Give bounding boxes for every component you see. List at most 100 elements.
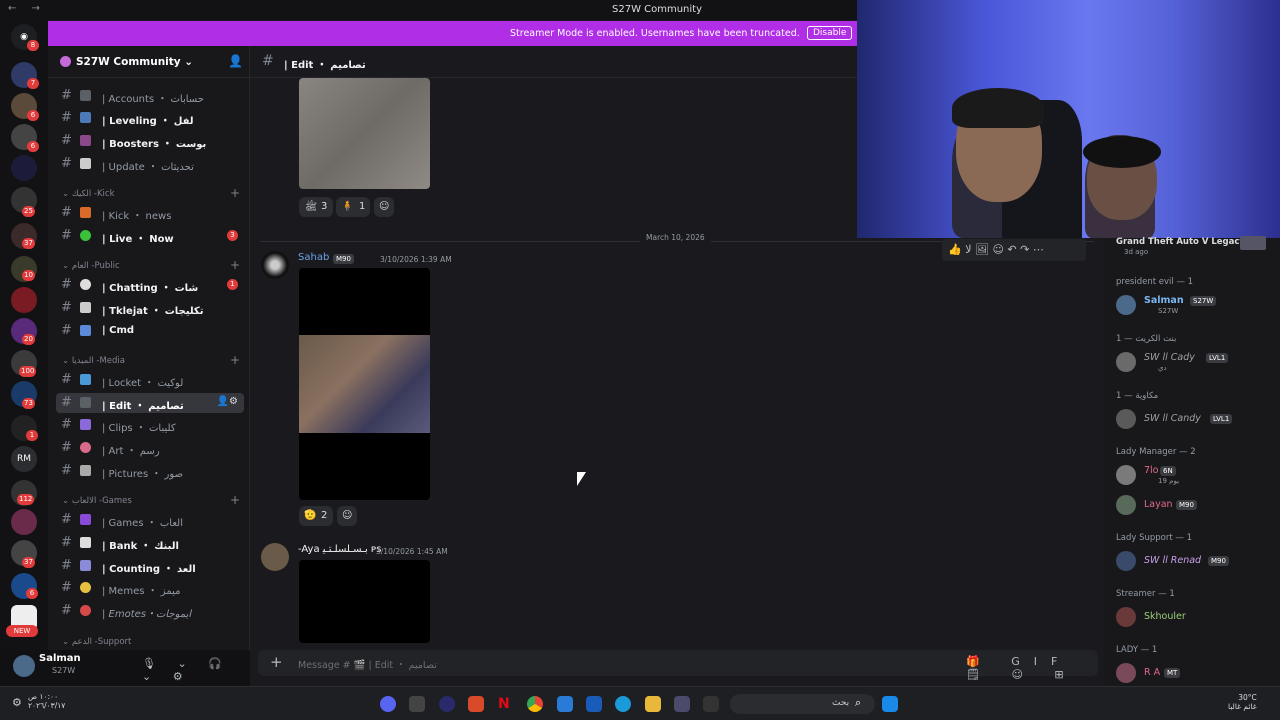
attachment-video[interactable] <box>299 560 430 643</box>
hash-icon: # <box>61 88 72 103</box>
server-icon[interactable] <box>11 509 37 535</box>
channel-kick-news[interactable]: # | Kick ・ news <box>56 203 244 223</box>
channel-boosters[interactable]: # | Boosters ・ بوست <box>56 131 244 151</box>
reaction[interactable]: ﷺ3 <box>299 197 333 217</box>
settings-icon[interactable]: ⚙ <box>12 696 22 709</box>
timestamp: 3/10/2026 1:39 AM <box>380 255 452 264</box>
hash-icon: # <box>61 603 72 618</box>
channel-cmd[interactable]: # | Cmd <box>56 321 244 341</box>
window-titlebar: ← → S27W Community <box>0 0 857 20</box>
new-badge: NEW <box>6 625 38 637</box>
message-actions-toolbar[interactable]: 👍 لا 🖼 ☺ ↶ ↷ ⋯ <box>942 239 1086 261</box>
server-icon[interactable] <box>11 155 37 181</box>
app-taskbar-icon[interactable] <box>586 696 602 712</box>
composer-icons[interactable]: 🎁 GIF 🗒 ☺ ⊞ <box>966 655 1098 681</box>
app-taskbar-icon[interactable] <box>439 696 455 712</box>
app-taskbar-icon[interactable] <box>557 696 573 712</box>
reaction[interactable]: 🫡 2 <box>299 506 333 526</box>
add-channel-icon[interactable]: + <box>230 493 240 507</box>
app-taskbar-icon[interactable] <box>703 696 719 712</box>
folder-icon[interactable] <box>645 696 661 712</box>
taskbar-search[interactable]: بحث ⌕ <box>730 694 875 714</box>
avatar <box>1116 495 1136 515</box>
discord-taskbar-icon[interactable] <box>380 696 396 712</box>
category-games[interactable]: ⌄ الالعاب -Games + <box>62 493 240 507</box>
channel-label: | Cmd <box>102 325 135 336</box>
category-media[interactable]: ⌄ الميديا -Media + <box>62 353 240 367</box>
add-reaction-button[interactable]: ☺ <box>337 506 357 526</box>
clock[interactable]: ١٠:٠٠ ص ٢٠٢٦/٠٣/١٧ <box>28 692 65 710</box>
voice-controls[interactable]: 🎙 ⌄ 🎧 ⌄ ⚙ <box>142 657 250 683</box>
channel-emotes[interactable]: # | Emotes・ايموجات <box>56 601 244 621</box>
channel-pictures[interactable]: # | Pictures ・ صور <box>56 461 244 481</box>
author-name[interactable]: Sahab <box>298 252 329 263</box>
channel-edit[interactable]: # | Edit ・ تصاميم 👤⚙ <box>56 393 244 413</box>
attachment-image[interactable] <box>299 78 430 189</box>
weather-widget[interactable]: 30°C غائم غالبا <box>1228 693 1257 711</box>
category-label: ⌄ العام -Public <box>62 261 120 271</box>
member-name[interactable]: Skhouler <box>1144 611 1186 622</box>
app-taskbar-icon[interactable] <box>674 696 690 712</box>
avatar[interactable] <box>13 655 35 677</box>
category-public[interactable]: ⌄ العام -Public + <box>62 258 240 272</box>
server-badge: 112 <box>17 494 35 505</box>
channel-label: | Pictures ・ صور <box>102 469 184 480</box>
channel-accounts[interactable]: # | Accounts ・ حسابات <box>56 86 244 106</box>
edge-icon[interactable] <box>615 696 631 712</box>
channel-settings-icon[interactable]: 👤⚙ <box>217 396 238 407</box>
channel-clips[interactable]: # | Clips ・ كليبات <box>56 415 244 435</box>
category-kick[interactable]: ⌄ الكيك -Kick + <box>62 186 240 200</box>
message-composer[interactable]: + Message # 🎬 | Edit ・ تصاميم 🎁 GIF 🗒 ☺ … <box>258 650 1098 681</box>
member-name[interactable]: R A <box>1144 667 1160 678</box>
channel-tklejat[interactable]: # | Tklejat ・ تكليجات <box>56 298 244 318</box>
channel-icon <box>80 514 91 525</box>
channel-icon <box>80 112 91 123</box>
channel-icon <box>80 158 91 169</box>
reaction-emoji: ﷺ <box>305 202 318 213</box>
chrome-icon[interactable] <box>527 696 543 712</box>
upload-plus-icon[interactable]: + <box>270 653 283 671</box>
add-channel-icon[interactable]: + <box>230 353 240 367</box>
member-name[interactable]: Salman <box>1144 295 1184 306</box>
member-name[interactable]: SW ll Renad <box>1144 555 1201 566</box>
disable-button[interactable]: Disable <box>807 26 853 40</box>
member-name[interactable]: 7lo <box>1144 465 1159 476</box>
avatar[interactable] <box>261 543 289 571</box>
add-reaction-button[interactable]: ☺ <box>374 197 394 217</box>
channel-locket[interactable]: # | Locket ・ لوكيت <box>56 370 244 390</box>
netflix-icon[interactable]: N <box>498 696 514 712</box>
channel-live-now[interactable]: # | Live ・ Now 3 <box>56 226 244 246</box>
toolbar-icons[interactable]: 👍 لا 🖼 ☺ ↶ ↷ ⋯ <box>948 243 1044 256</box>
hash-icon: # <box>61 395 72 410</box>
author-name[interactable]: -Aya ﺑـﺴـﻠﺴﻠـﺘـﻴ ᴘs <box>298 544 381 555</box>
server-rm[interactable]: RM <box>11 446 37 472</box>
category-support[interactable]: ⌄ الدعم -Support <box>62 637 131 647</box>
member-name[interactable]: SW ll Candy <box>1144 413 1201 424</box>
channel-chatting[interactable]: # | Chatting ・ شات 1 <box>56 275 244 295</box>
app-taskbar-icon[interactable] <box>409 696 425 712</box>
hair <box>1083 136 1161 168</box>
nav-arrows[interactable]: ← → <box>8 3 46 14</box>
channel-icon <box>80 302 91 313</box>
avatar[interactable] <box>261 251 289 279</box>
member-name[interactable]: SW ll Cady <box>1144 352 1195 363</box>
channel-art[interactable]: # | Art ・ رسم <box>56 438 244 458</box>
windows-start-icon[interactable] <box>882 696 898 712</box>
message-input[interactable]: Message # 🎬 | Edit ・ تصاميم <box>298 657 437 671</box>
channel-memes[interactable]: # | Memes ・ ميمز <box>56 578 244 598</box>
channel-update[interactable]: # | Update ・ تحديثات <box>56 154 244 174</box>
invite-icon[interactable]: 👤 <box>228 54 243 68</box>
unread-badge: 1 <box>227 279 238 290</box>
app-taskbar-icon[interactable] <box>468 696 484 712</box>
guild-header[interactable]: S27W Community ⌄ 👤 <box>48 46 250 78</box>
user-panel: Salman S27W 🎙 ⌄ 🎧 ⌄ ⚙ <box>0 650 250 686</box>
channel-games[interactable]: # | Games ・ العاب <box>56 510 244 530</box>
reaction[interactable]: 🧍 1 <box>336 197 370 217</box>
channel-counting[interactable]: # | Counting ・ العد <box>56 556 244 576</box>
channel-bank[interactable]: # | Bank ・ البنك <box>56 533 244 553</box>
add-channel-icon[interactable]: + <box>230 186 240 200</box>
server-icon[interactable] <box>11 287 37 313</box>
channel-leveling[interactable]: # | Leveling ・ لفل <box>56 108 244 128</box>
member-name[interactable]: Layan <box>1144 499 1173 510</box>
add-channel-icon[interactable]: + <box>230 258 240 272</box>
